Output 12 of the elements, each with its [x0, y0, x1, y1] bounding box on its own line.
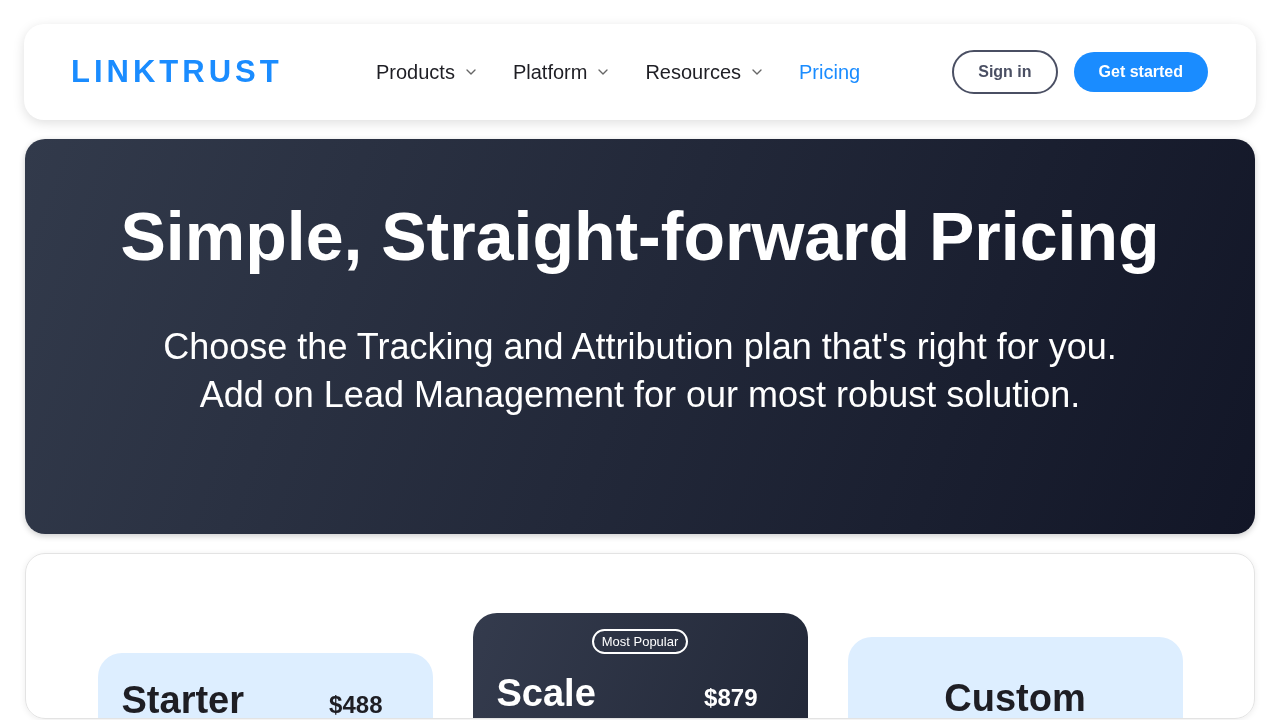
plan-price: $879 [704, 684, 758, 712]
plan-badge: Most Popular [591, 629, 689, 654]
nav-link[interactable]: Resources [645, 60, 765, 84]
plan-name: Scale [496, 672, 596, 715]
plan-name: Custom [944, 677, 1086, 718]
hero-subtitle: Choose the Tracking and Attribution plan that's right for you. Add on Lead Management for our most robust solution. [163, 325, 1117, 417]
nav-link[interactable]: Platform [512, 60, 612, 84]
nav-link[interactable]: Products [376, 60, 479, 84]
sign-in-button[interactable]: Sign in [952, 50, 1058, 94]
hero-title: Simple, Straight-forward Pricing [120, 197, 1160, 275]
plan-price: $488 [329, 691, 383, 718]
plan-name: Starter [121, 679, 244, 718]
